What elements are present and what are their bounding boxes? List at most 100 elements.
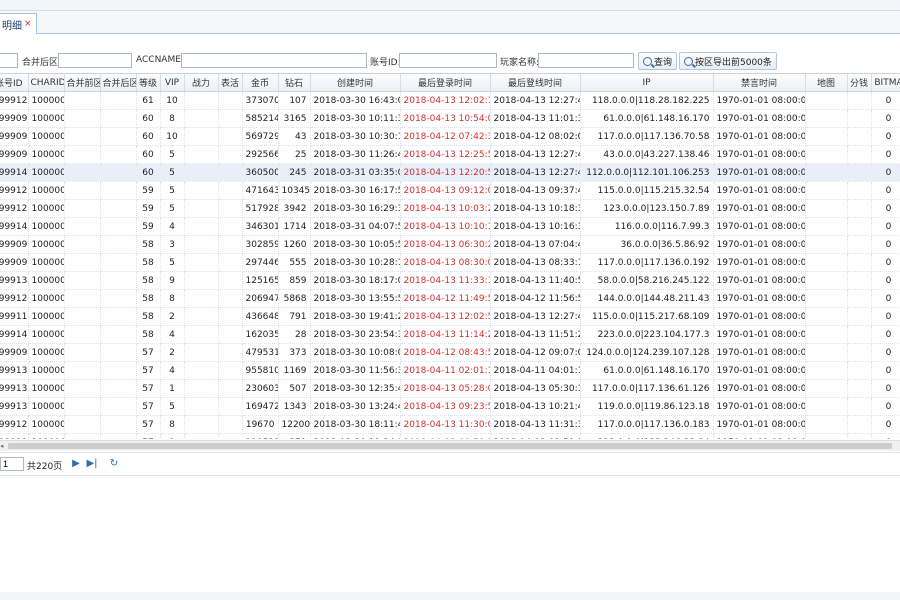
table-row[interactable]: 999914:100000: 584 162035:282018-03-30 23:… [0, 325, 900, 344]
table-cell: 100000: [28, 397, 65, 416]
column-header[interactable]: 战力 [184, 74, 219, 92]
table-cell: 2018-04-13 09:37:43 [490, 181, 581, 200]
column-header[interactable]: IP [580, 74, 714, 92]
account-id-input[interactable] [399, 53, 497, 68]
column-header[interactable]: 最后登线时间 [490, 74, 581, 92]
table-cell: 1970-01-01 08:00:00 [713, 235, 806, 254]
page-number-input[interactable] [0, 457, 24, 471]
table-cell [100, 307, 137, 326]
refresh-icon[interactable]: ↻ [107, 457, 121, 471]
table-row[interactable]: 999914:100000: 594 346301:17142018-03-31 0… [0, 217, 900, 236]
table-cell: 100000: [28, 145, 65, 164]
table-cell: 43.0.0.0|43.227.138.46 [580, 145, 714, 164]
table-cell [64, 217, 101, 236]
scroll-left-icon[interactable]: ◂ [0, 441, 7, 451]
table-cell: 2018-04-12 11:56:54 [490, 289, 581, 308]
table-cell: 58 [136, 325, 161, 344]
table-cell: 0 [871, 91, 900, 110]
table-cell [218, 379, 243, 398]
table-cell: 100000: [28, 199, 65, 218]
table-row[interactable]: 999913:100000: 589 125165:8592018-03-30 18… [0, 271, 900, 290]
table-cell [847, 433, 872, 439]
column-header[interactable]: 钻石 [278, 74, 311, 92]
table-row[interactable]: 999909:100000: 6010 569729:432018-03-30 10… [0, 127, 900, 146]
table-cell [218, 307, 243, 326]
table-cell [64, 397, 101, 416]
filter-toolbar: 合并后区: ACCNAME: 账号ID: 玩家名称: 查询 按区导出前5000条 [0, 52, 900, 72]
column-header[interactable]: 合并后区 [100, 74, 137, 92]
table-cell: 1970-01-01 08:00:00 [713, 181, 806, 200]
table-cell: 2018-04-13 11:30:05 [400, 415, 491, 434]
table-cell [218, 217, 243, 236]
table-cell [100, 127, 137, 146]
table-row[interactable]: 999913:100000: 575 169472!13432018-03-30 1… [0, 397, 900, 416]
table-row[interactable]: 999912:100000: 595 471643!103452018-03-30 … [0, 181, 900, 200]
column-header[interactable]: 金币 [242, 74, 279, 92]
horizontal-scrollbar[interactable]: ◂ [0, 440, 900, 451]
table-row[interactable]: 999914:100000: 605 360500!2452018-03-31 03… [0, 163, 900, 182]
column-header[interactable]: 表活 [218, 74, 243, 92]
table-cell [64, 109, 101, 128]
column-header[interactable]: 地图 [805, 74, 848, 92]
export-button[interactable]: 按区导出前5000条 [679, 52, 777, 70]
table-row[interactable]: 999909(100000: 608 585214!31652018-03-30 1… [0, 109, 900, 128]
column-header[interactable]: BITMA [871, 74, 900, 92]
column-header[interactable]: 最后登录时间 [400, 74, 491, 92]
column-header[interactable]: CHARID [28, 74, 65, 92]
table-cell: 1970-01-01 08:00:00 [713, 145, 806, 164]
table-row[interactable]: 999912:100000: 588 206947:58682018-03-30 1… [0, 289, 900, 308]
column-header[interactable]: 合并前区 [64, 74, 101, 92]
account-id-label: 账号ID: [370, 58, 401, 68]
table-cell: 1260 [278, 235, 311, 254]
table-cell [184, 289, 219, 308]
column-header[interactable]: 等级 [136, 74, 161, 92]
table-cell: 100000: [28, 271, 65, 290]
close-icon[interactable]: × [24, 19, 32, 29]
table-cell [100, 325, 137, 344]
table-cell: 100000: [28, 289, 65, 308]
table-cell: 59 [136, 181, 161, 200]
table-row[interactable]: 999912:100000: 578 19670122002018-03-30 18… [0, 415, 900, 434]
table-cell: 36.0.0.0|36.5.86.92 [580, 235, 714, 254]
accname-input[interactable] [181, 53, 367, 68]
merge-server-input[interactable] [58, 53, 132, 68]
next-page-icon[interactable]: ▶ [69, 457, 83, 471]
table-row[interactable]: 999909:100000: 585 297446!5552018-03-30 10… [0, 253, 900, 272]
tab-detail[interactable]: 明细 × [0, 13, 37, 34]
table-cell: 0 [871, 397, 900, 416]
player-name-input[interactable] [538, 53, 634, 68]
table-cell: 507 [278, 379, 311, 398]
table-cell [218, 343, 243, 362]
table-cell: 2018-03-30 12:35:43 [310, 379, 401, 398]
server-input[interactable] [0, 53, 18, 68]
table-cell: 999912: [0, 199, 29, 218]
table-cell: 222.0.0.0|222.246.22.84 [580, 433, 714, 439]
table-row[interactable]: 999912:100000: 595 517928:39422018-03-30 1… [0, 199, 900, 218]
last-page-icon[interactable]: ▶| [85, 457, 99, 471]
table-cell [805, 253, 848, 272]
search-icon [643, 56, 652, 66]
table-row[interactable]: 999913(100000: 571 230603:5072018-03-30 12… [0, 379, 900, 398]
scrollbar-thumb[interactable] [8, 443, 892, 449]
table-cell [64, 91, 101, 110]
table-row[interactable]: 999911:100000: 582 436648:7912018-03-30 19… [0, 307, 900, 326]
column-header[interactable]: 创建时间 [310, 74, 401, 92]
table-cell: 100000: [28, 361, 65, 380]
table-row[interactable]: 999909(100000: 572 479531!3732018-03-30 10… [0, 343, 900, 362]
table-body: 999912:100000:6110373070(1072018-03-30 1… [0, 91, 900, 439]
table-cell: 0 [871, 361, 900, 380]
query-button[interactable]: 查询 [638, 52, 678, 70]
table-row[interactable]: 999913:100000: 574 95581011692018-03-30 11… [0, 361, 900, 380]
table-cell: 115.0.0.0|115.217.68.109 [580, 307, 714, 326]
column-header[interactable]: 账号ID [0, 74, 29, 92]
table-row[interactable]: 999911:100000: 571 110521:3712018-03-30 19… [0, 433, 900, 439]
table-cell [184, 163, 219, 182]
column-header[interactable]: 分钱 [847, 74, 872, 92]
column-header[interactable]: VIP [160, 74, 185, 92]
column-header[interactable]: 禁言时间 [713, 74, 806, 92]
table-cell: 245 [278, 163, 311, 182]
table-cell [64, 163, 101, 182]
table-row[interactable]: 999909:100000: 605 292566;252018-03-30 11:… [0, 145, 900, 164]
table-row[interactable]: 999912:100000: 6110 373070(1072018-03-30 1… [0, 91, 900, 110]
table-row[interactable]: 999909(100000: 583 302859!12602018-03-30 1… [0, 235, 900, 254]
